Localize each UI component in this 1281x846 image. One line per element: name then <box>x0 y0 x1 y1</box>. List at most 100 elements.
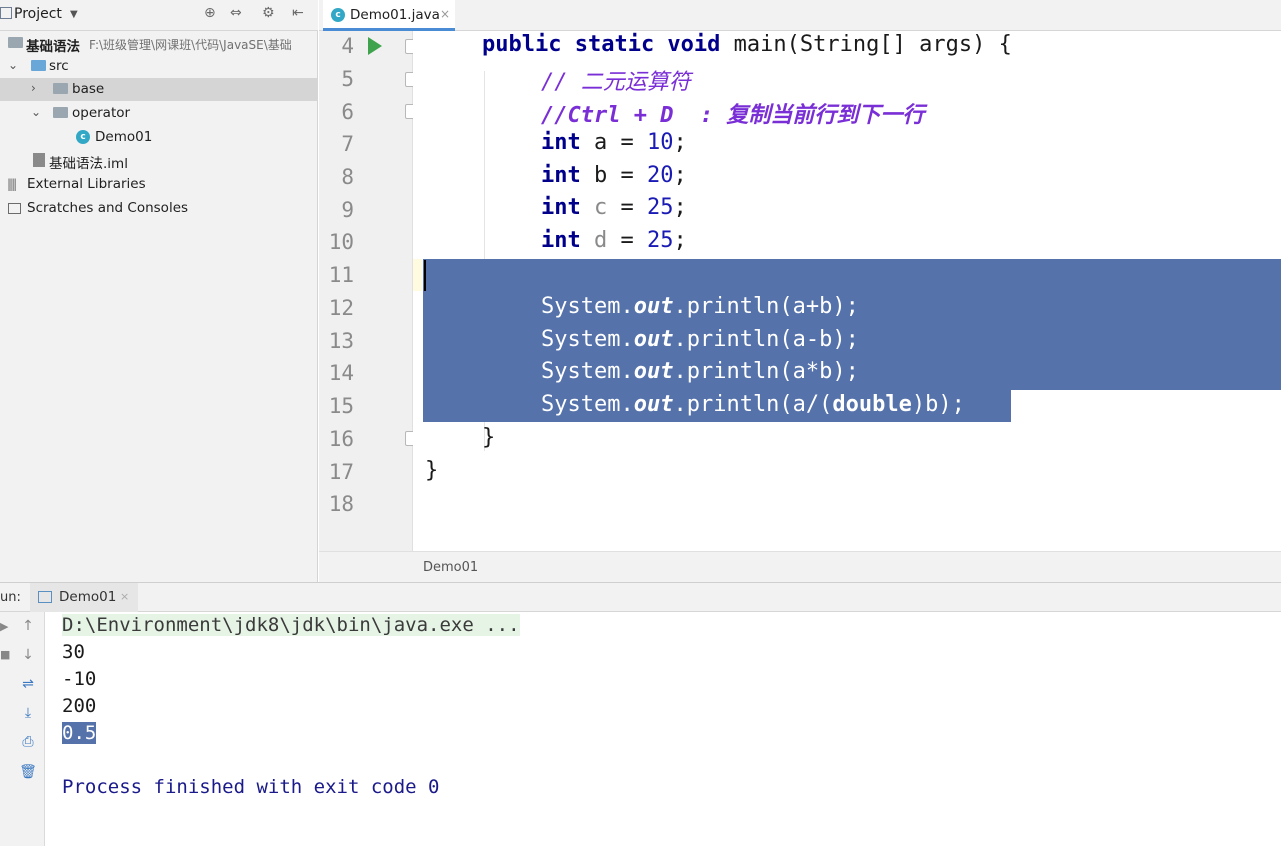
code-line-12: System.out.println(a+b); <box>541 294 859 319</box>
keyword: int <box>541 228 581 253</box>
project-view-selector[interactable]: Project <box>0 6 62 22</box>
code-line-5: // 二元运算符 <box>541 70 691 95</box>
chevron-down-icon[interactable]: ⌄ <box>31 105 41 119</box>
line-number: 7 <box>341 132 354 156</box>
code-line-6: //Ctrl + D : 复制当前行到下一行 <box>541 103 925 128</box>
console-output-line: 30 <box>62 641 85 663</box>
line-number: 18 <box>328 492 354 516</box>
static-field: out <box>633 327 674 352</box>
keyword: double <box>832 392 912 417</box>
number-literal: 25 <box>647 228 674 253</box>
libraries-icon: |||| <box>7 177 17 191</box>
collapse-all-icon[interactable]: ⇔ <box>230 5 242 21</box>
line-number: 11 <box>328 263 354 287</box>
code-text: ; <box>673 163 687 188</box>
code-line-9: int c = 25; <box>541 195 687 220</box>
keyword: public static void <box>482 32 721 57</box>
tree-item-scratches[interactable]: Scratches and Consoles <box>0 197 318 220</box>
code-line-7: int a = 10; <box>541 130 687 155</box>
hide-icon[interactable]: ⇤ <box>292 5 304 21</box>
trash-icon[interactable]: 🗑 <box>18 762 38 782</box>
breadcrumb: Demo01 <box>319 551 1281 582</box>
gear-icon[interactable]: ⚙ <box>262 5 275 21</box>
number-literal: 25 <box>647 195 674 220</box>
line-number: 8 <box>341 165 354 189</box>
print-icon[interactable]: ⎙ <box>18 732 38 752</box>
project-path-hint: F:\班级管理\网课班\代码\JavaSE\基础 <box>89 38 292 52</box>
console-output-line: -10 <box>62 668 97 690</box>
code-text: System. <box>541 294 634 319</box>
line-number: 17 <box>328 460 354 484</box>
code-text: .println(a-b); <box>673 327 859 352</box>
run-panel-header: un: Demo01 × <box>0 582 1281 612</box>
code-line-13: System.out.println(a-b); <box>541 327 859 352</box>
code-line-15: System.out.println(a/(double)b); <box>541 392 965 417</box>
tree-item-base[interactable]: › base <box>0 78 318 101</box>
tab-demo01-java[interactable]: c Demo01.java × <box>323 0 455 31</box>
console-output-line: 0.5 <box>62 722 97 744</box>
static-field: out <box>633 294 674 319</box>
code-text: ; <box>673 228 687 253</box>
code-text: main(String[] args) { <box>720 32 1012 57</box>
code-text: ; <box>673 130 687 155</box>
number-literal: 20 <box>646 163 674 188</box>
tree-item-label: Demo01 <box>95 129 153 145</box>
number-literal: 10 <box>646 130 674 155</box>
code-editor[interactable]: public static void main(String[] args) {… <box>413 31 1281 551</box>
run-icon[interactable] <box>368 37 382 55</box>
tree-item-external-libraries[interactable]: |||| External Libraries <box>0 173 318 196</box>
code-text: System. <box>541 359 634 384</box>
package-icon <box>53 83 68 94</box>
tree-item-label: src <box>49 58 69 74</box>
code-text: .println(a/( <box>673 392 833 417</box>
module-folder-icon <box>8 37 23 48</box>
locate-icon[interactable]: ⊕ <box>204 5 216 21</box>
code-text: c <box>594 195 608 220</box>
stop-icon[interactable]: ■ <box>0 648 10 661</box>
tree-item-project-root[interactable]: 基础语法 F:\班级管理\网课班\代码\JavaSE\基础 <box>0 32 318 55</box>
tree-item-src[interactable]: ⌄ src <box>0 55 318 78</box>
tree-item-iml[interactable]: 基础语法.iml <box>0 149 318 172</box>
run-tab-demo01[interactable]: Demo01 × <box>30 583 138 612</box>
line-number: 9 <box>341 198 354 222</box>
tree-item-label: operator <box>72 105 131 121</box>
chevron-down-icon[interactable]: ⌄ <box>8 58 18 72</box>
tree-item-label: Scratches and Consoles <box>27 200 189 216</box>
console-output-line: 200 <box>62 695 97 717</box>
code-line-4: public static void main(String[] args) { <box>482 32 1012 57</box>
soft-wrap-icon[interactable]: ⇌ <box>18 674 38 694</box>
source-folder-icon <box>31 60 46 71</box>
chevron-right-icon[interactable]: › <box>31 81 36 95</box>
keyword: int <box>541 130 581 155</box>
code-line-14: System.out.println(a*b); <box>541 359 859 384</box>
close-icon[interactable]: × <box>440 7 450 21</box>
keyword: int <box>541 195 581 220</box>
code-text: System. <box>541 392 634 417</box>
line-number: 4 <box>341 34 354 58</box>
static-field: out <box>633 392 674 417</box>
code-text: .println(a*b); <box>673 359 859 384</box>
line-number: 14 <box>328 361 354 385</box>
tree-item-demo01[interactable]: c Demo01 <box>0 126 318 149</box>
code-line-17: } <box>425 458 439 483</box>
code-line-10: int d = 25; <box>541 228 687 253</box>
iml-file-icon <box>33 153 45 167</box>
run-config-icon <box>38 591 52 603</box>
tree-item-operator[interactable]: ⌄ operator <box>0 102 318 125</box>
run-tab-label: Demo01 <box>59 589 117 605</box>
project-icon <box>0 7 12 19</box>
code-text: ; <box>673 195 687 220</box>
line-number: 13 <box>328 329 354 353</box>
run-toolbar: ▶ ■ ↑ ↓ ⇌ ⤓ ⎙ 🗑 <box>0 612 45 846</box>
line-number: 6 <box>341 100 354 124</box>
static-field: out <box>633 359 674 384</box>
breadcrumb-item[interactable]: Demo01 <box>423 560 478 575</box>
chevron-down-icon[interactable]: ▼ <box>70 9 78 20</box>
close-icon[interactable]: × <box>120 590 129 603</box>
code-text: a = <box>580 130 647 155</box>
console-output[interactable]: D:\Environment\jdk8\jdk\bin\java.exe ...… <box>45 612 1281 846</box>
scroll-to-end-icon[interactable]: ⤓ <box>18 703 38 723</box>
arrow-up-icon[interactable]: ↑ <box>18 616 38 636</box>
rerun-icon[interactable]: ▶ <box>0 620 8 633</box>
arrow-down-icon[interactable]: ↓ <box>18 645 38 665</box>
